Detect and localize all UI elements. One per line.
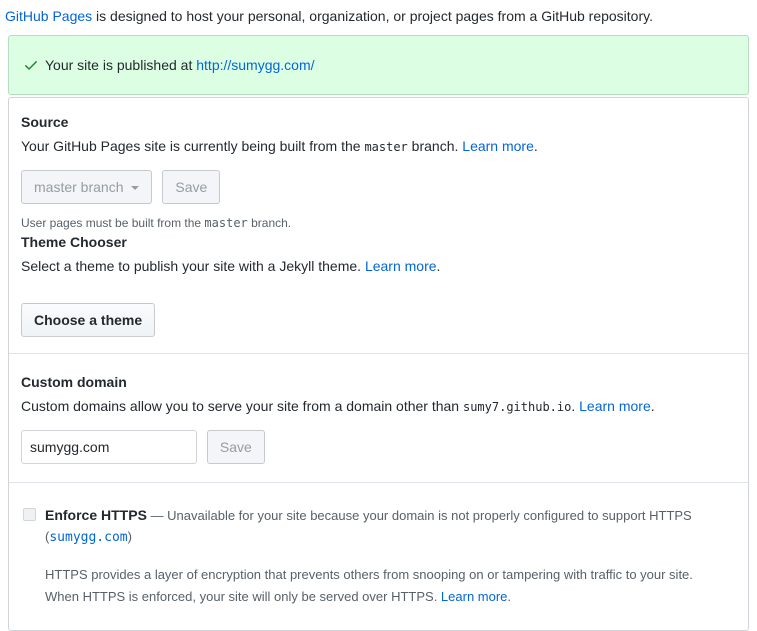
source-desc-text: Your GitHub Pages site is currently bein…: [21, 138, 365, 154]
custom-domain-save-button[interactable]: Save: [206, 430, 265, 464]
settings-box: Source Your GitHub Pages site is current…: [8, 97, 749, 631]
period: .: [507, 589, 512, 604]
check-icon: [25, 61, 37, 70]
source-and-theme-section: Source Your GitHub Pages site is current…: [9, 98, 748, 353]
period: .: [533, 138, 538, 154]
https-domain-code: sumygg.com: [49, 530, 128, 545]
https-note-line2: When HTTPS is enforced, your site will o…: [45, 586, 736, 608]
https-unavailable-text-2: ): [127, 529, 132, 544]
github-pages-settings-page: GitHub Pages is designed to host your pe…: [0, 7, 757, 631]
enforce-https-section: Enforce HTTPS — Unavailable for your sit…: [9, 482, 748, 630]
source-description: Your GitHub Pages site is currently bein…: [21, 136, 736, 158]
period: .: [436, 258, 441, 274]
https-learn-more-link[interactable]: Learn more: [441, 589, 507, 604]
source-heading: Source: [21, 114, 69, 130]
custom-domain-heading: Custom domain: [21, 374, 127, 390]
https-note-line1: HTTPS provides a layer of encryption tha…: [45, 567, 693, 582]
source-buttons-row: master branch Save: [21, 170, 736, 204]
enforce-https-title: Enforce HTTPS: [45, 507, 147, 523]
choose-theme-button[interactable]: Choose a theme: [21, 303, 156, 337]
custom-domain-form: Save: [21, 430, 736, 464]
flash-text: Your site is published at: [45, 57, 197, 73]
github-pages-link[interactable]: GitHub Pages: [5, 8, 92, 24]
source-desc-text-2: branch.: [407, 138, 463, 154]
branch-select-button[interactable]: master branch: [21, 170, 153, 204]
note-text-2: branch.: [247, 216, 292, 230]
enforce-https-checkbox[interactable]: [23, 508, 36, 521]
theme-desc-text: Select a theme to publish your site with…: [21, 258, 365, 274]
source-note: User pages must be built from the master…: [21, 214, 736, 232]
custom-domain-desc-text-2: .: [571, 398, 580, 414]
source-save-button[interactable]: Save: [162, 170, 221, 204]
theme-description: Select a theme to publish your site with…: [21, 256, 736, 277]
caret-down-icon: [131, 186, 140, 191]
site-published-flash: Your site is published at http://sumygg.…: [8, 35, 749, 95]
note-text: User pages must be built from the: [21, 216, 205, 230]
branch-code: master: [364, 140, 408, 154]
custom-domain-description: Custom domains allow you to serve your s…: [21, 396, 736, 418]
enforce-https-row: Enforce HTTPS — Unavailable for your sit…: [23, 505, 736, 548]
published-site-link[interactable]: http://sumygg.com/: [196, 57, 314, 73]
intro-paragraph: GitHub Pages is designed to host your pe…: [5, 7, 749, 25]
theme-learn-more-link[interactable]: Learn more: [365, 258, 437, 274]
enforce-https-label: Enforce HTTPS — Unavailable for your sit…: [45, 505, 736, 548]
theme-chooser-heading: Theme Chooser: [21, 234, 127, 250]
branch-select-label: master branch: [34, 179, 124, 195]
default-domain-code: sumy7.github.io: [462, 400, 572, 414]
custom-domain-learn-more-link[interactable]: Learn more: [579, 398, 651, 414]
custom-domain-desc-text: Custom domains allow you to serve your s…: [21, 398, 463, 414]
https-note: HTTPS provides a layer of encryption tha…: [45, 564, 736, 608]
source-learn-more-link[interactable]: Learn more: [462, 138, 534, 154]
custom-domain-section: Custom domain Custom domains allow you t…: [9, 353, 748, 482]
period: .: [650, 398, 655, 414]
custom-domain-input[interactable]: [21, 430, 197, 464]
note-branch-code: master: [204, 216, 248, 230]
https-note-line2-text: When HTTPS is enforced, your site will o…: [45, 589, 441, 604]
intro-text: is designed to host your personal, organ…: [92, 8, 653, 24]
